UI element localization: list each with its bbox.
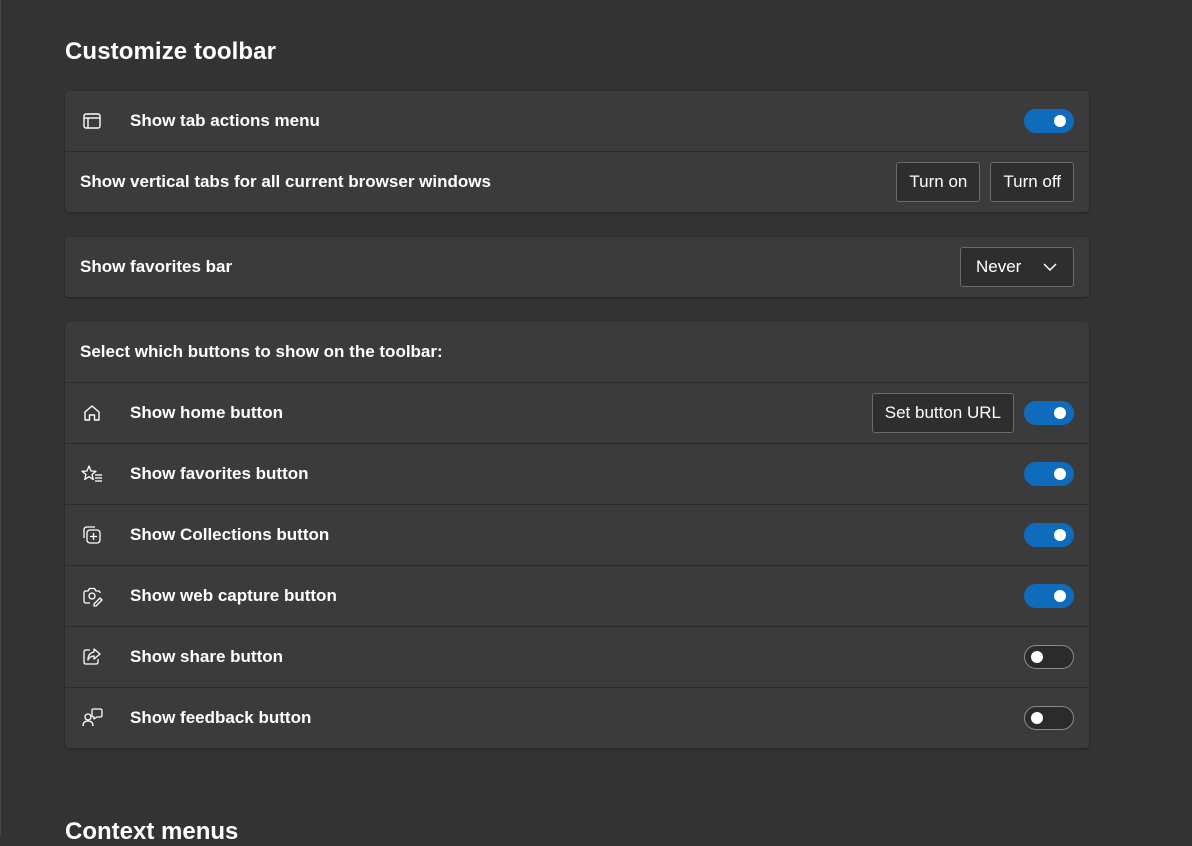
favorites-button-row: Show favorites button (65, 443, 1089, 504)
home-button-label: Show home button (130, 403, 283, 422)
set-button-url-button[interactable]: Set button URL (871, 393, 1014, 433)
toolbar-buttons-header-row: Select which buttons to show on the tool… (65, 322, 1089, 382)
collections-button-label: Show Collections button (130, 525, 330, 544)
share-button-row: Show share button (65, 626, 1089, 687)
web-capture-icon (80, 584, 104, 608)
home-icon (80, 401, 104, 425)
favorites-bar-dropdown[interactable]: Never (960, 247, 1074, 287)
turn-on-button[interactable]: Turn on (896, 162, 981, 202)
share-button-toggle[interactable] (1024, 645, 1074, 669)
collections-button-toggle[interactable] (1024, 523, 1074, 547)
share-button-label: Show share button (130, 647, 283, 666)
tab-actions-label: Show tab actions menu (130, 111, 320, 130)
tab-actions-toggle[interactable] (1024, 109, 1074, 133)
toolbar-buttons-header: Select which buttons to show on the tool… (80, 342, 443, 361)
favorites-bar-selected: Never (976, 257, 1022, 276)
chevron-down-icon (1042, 257, 1058, 277)
tab-actions-icon (80, 109, 104, 133)
feedback-button-label: Show feedback button (130, 708, 312, 727)
favorites-button-toggle[interactable] (1024, 462, 1074, 486)
favorites-button-label: Show favorites button (130, 464, 309, 483)
left-divider (0, 0, 1, 835)
home-button-row: Show home button Set button URL (65, 382, 1089, 443)
favorites-star-icon (80, 462, 104, 486)
context-menus-title: Context menus (65, 818, 239, 845)
favorites-bar-card: Show favorites bar Never (65, 237, 1089, 297)
turn-off-button[interactable]: Turn off (990, 162, 1074, 202)
web-capture-button-row: Show web capture button (65, 565, 1089, 626)
toolbar-buttons-card: Select which buttons to show on the tool… (65, 322, 1089, 748)
feedback-icon (80, 706, 104, 730)
page-title: Customize toolbar (65, 38, 277, 65)
tab-actions-row: Show tab actions menu (65, 91, 1089, 151)
feedback-button-toggle[interactable] (1024, 706, 1074, 730)
feedback-button-row: Show feedback button (65, 687, 1089, 748)
collections-button-row: Show Collections button (65, 504, 1089, 565)
favorites-bar-label: Show favorites bar (80, 257, 233, 276)
favorites-bar-row: Show favorites bar Never (65, 237, 1089, 297)
collections-icon (80, 523, 104, 547)
vertical-tabs-label: Show vertical tabs for all current brows… (80, 172, 491, 191)
web-capture-button-label: Show web capture button (130, 586, 337, 605)
vertical-tabs-row: Show vertical tabs for all current brows… (65, 151, 1089, 212)
web-capture-button-toggle[interactable] (1024, 584, 1074, 608)
home-button-toggle[interactable] (1024, 401, 1074, 425)
share-icon (80, 645, 104, 669)
tab-settings-card: Show tab actions menu Show vertical tabs… (65, 91, 1089, 212)
